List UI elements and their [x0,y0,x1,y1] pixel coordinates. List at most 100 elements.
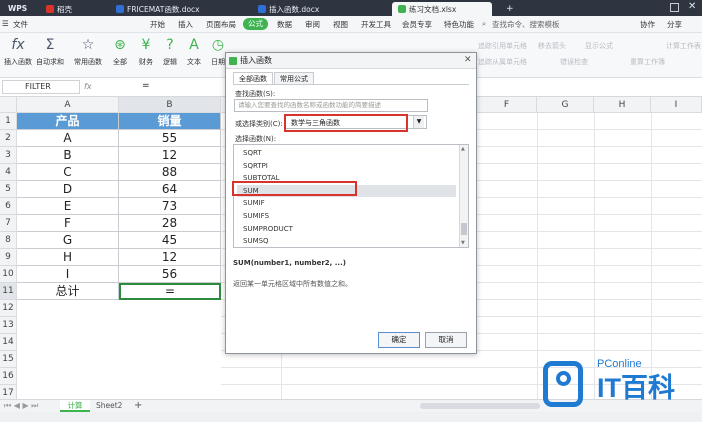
function-item-sqrt[interactable]: SQRT [237,147,456,159]
row-header-8[interactable]: 8 [0,232,17,249]
row-header-9[interactable]: 9 [0,249,17,266]
maximize-icon[interactable] [670,3,679,12]
row-header-12[interactable]: 12 [0,300,17,317]
column-header-i[interactable]: I [651,97,702,113]
menu-data[interactable]: 数据 [277,19,292,30]
column-header-f[interactable]: F [477,97,537,113]
dialog-close-icon[interactable]: ✕ [464,55,472,65]
vertical-scrollbar[interactable]: ▲ ▼ [459,145,468,247]
select-all-corner[interactable] [0,97,17,113]
total-label-cell[interactable]: 总计 [17,283,119,300]
table-cell-sales[interactable]: 56 [119,266,221,283]
menu-review[interactable]: 审阅 [305,19,320,30]
total-formula-cell[interactable]: = [119,283,221,300]
share-button[interactable]: 分享 [667,19,682,30]
add-sheet-button[interactable]: + [134,400,142,412]
menu-page-layout[interactable]: 页面布局 [206,19,236,30]
table-cell-sales[interactable]: 64 [119,181,221,198]
row-header-16[interactable]: 16 [0,368,17,385]
row-header-2[interactable]: 2 [0,130,17,147]
row-header-5[interactable]: 5 [0,181,17,198]
table-cell-product[interactable]: F [17,215,119,232]
column-header-h[interactable]: H [594,97,651,113]
show-formulas-button[interactable]: 显示公式 [585,41,613,51]
file-menu[interactable]: 文件 [13,19,28,30]
app-logo[interactable]: WPS [2,2,33,16]
scroll-down-icon[interactable]: ▼ [461,240,465,246]
column-header-a[interactable]: A [17,97,119,113]
sheet-nav-arrows[interactable]: ⏮ ◀ ▶ ⏭ [4,401,38,411]
table-cell-product[interactable]: C [17,164,119,181]
column-header-g[interactable]: G [537,97,594,113]
table-cell-sales[interactable]: 45 [119,232,221,249]
tab-xlsx[interactable]: 练习文档.xlsx [392,2,492,16]
header-cell-product[interactable]: 产品 [17,113,119,130]
table-cell-product[interactable]: I [17,266,119,283]
calc-sheet-button[interactable]: 计算工作表 [666,41,701,51]
menu-formulas[interactable]: 公式 [243,18,268,30]
formula-input[interactable]: = [142,81,150,91]
common-functions-button[interactable]: ☆ 常用函数 [70,36,106,67]
error-check-button[interactable]: 错误检查 [560,57,588,67]
menu-member[interactable]: 会员专享 [402,19,432,30]
new-tab-button[interactable]: + [500,2,520,16]
row-header-11[interactable]: 11 [0,283,17,300]
header-cell-sales[interactable]: 销量 [119,113,221,130]
row-header-10[interactable]: 10 [0,266,17,283]
name-box[interactable]: FILTER [2,80,80,94]
close-icon[interactable]: ✕ [688,1,696,12]
row-header-15[interactable]: 15 [0,351,17,368]
table-cell-product[interactable]: D [17,181,119,198]
tab-doc-2[interactable]: 插入函数.docx [252,2,325,16]
table-cell-product[interactable]: B [17,147,119,164]
table-cell-sales[interactable]: 88 [119,164,221,181]
command-search[interactable]: 查找命令、搜索模板 [492,19,560,30]
sheet-tab-calc[interactable]: 计算 [60,400,90,412]
ok-button[interactable]: 确定 [378,332,420,348]
trace-dependents-button[interactable]: 追踪从属单元格 [478,57,527,67]
search-icon[interactable]: ⌕ [482,19,486,29]
scroll-up-icon[interactable]: ▲ [461,146,465,152]
menu-insert[interactable]: 插入 [178,19,193,30]
function-item-sqrtpi[interactable]: SQRTPI [237,160,456,172]
function-item-sumifs[interactable]: SUMIFS [237,210,456,222]
table-cell-product[interactable]: G [17,232,119,249]
menu-view[interactable]: 视图 [333,19,348,30]
menu-developer[interactable]: 开发工具 [361,19,391,30]
tab-doc-1[interactable]: FRICEMAT函数.docx [110,2,206,16]
function-search-input[interactable]: 请输入您要查找的函数名称或函数功能的简要描述 [234,99,428,112]
function-item-sumproduct[interactable]: SUMPRODUCT [237,223,456,235]
recalc-workbook-button[interactable]: 重算工作簿 [630,57,665,67]
table-cell-sales[interactable]: 12 [119,147,221,164]
row-header-3[interactable]: 3 [0,147,17,164]
row-header-13[interactable]: 13 [0,317,17,334]
tab-docer[interactable]: 稻壳 [40,2,78,16]
function-item-sumif[interactable]: SUMIF [237,197,456,209]
column-header-b[interactable]: B [119,97,221,113]
function-list[interactable]: SQRT SQRTPI SUBTOTAL SUM SUMIF SUMIFS SUMPRODU… [233,144,469,248]
sheet-tab-sheet2[interactable]: Sheet2 [96,400,122,412]
insert-function-button[interactable]: fx 插入函数 [0,36,36,67]
row-header-1[interactable]: 1 [0,113,17,130]
row-header-6[interactable]: 6 [0,198,17,215]
hamburger-icon[interactable]: ☰ [2,19,9,28]
row-header-7[interactable]: 7 [0,215,17,232]
row-header-14[interactable]: 14 [0,334,17,351]
table-cell-sales[interactable]: 28 [119,215,221,232]
scroll-thumb[interactable] [461,223,467,235]
table-cell-sales[interactable]: 55 [119,130,221,147]
cancel-button[interactable]: 取消 [425,332,467,348]
horizontal-scrollbar[interactable] [420,403,540,409]
table-cell-sales[interactable]: 73 [119,198,221,215]
row-header-4[interactable]: 4 [0,164,17,181]
table-cell-product[interactable]: H [17,249,119,266]
collab-button[interactable]: 协作 [640,19,655,30]
autosum-button[interactable]: Σ 自动求和 [32,36,68,67]
function-item-sumsq[interactable]: SUMSQ [237,235,456,247]
fx-label[interactable]: fx [84,82,92,91]
menu-home[interactable]: 开始 [150,19,165,30]
table-cell-sales[interactable]: 12 [119,249,221,266]
trace-precedents-button[interactable]: 追踪引用单元格 [478,41,527,51]
remove-arrows-button[interactable]: 移去箭头 [538,41,566,51]
table-cell-product[interactable]: E [17,198,119,215]
